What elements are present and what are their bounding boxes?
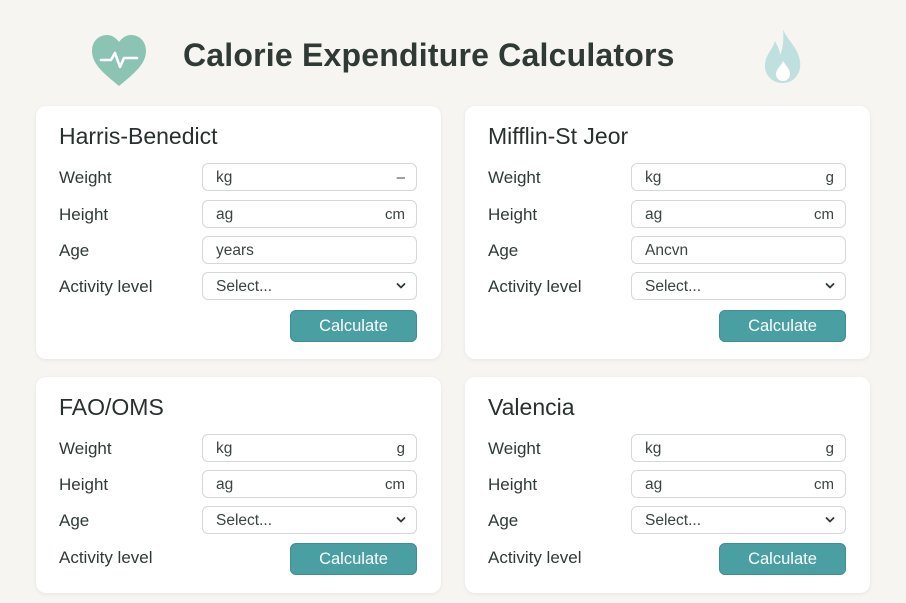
height-unit: cm (814, 476, 834, 493)
card-title: Harris-Benedict (59, 123, 218, 149)
weight-unit: g (825, 440, 834, 457)
height-unit: cm (385, 206, 405, 223)
weight-input[interactable]: kg – (202, 163, 417, 191)
activity-level-label: Activity level (59, 277, 153, 296)
card-title: Mifflin-St Jeor (488, 123, 629, 149)
activity-level-value: Select... (645, 278, 701, 295)
age-label: Age (59, 241, 90, 260)
card-harris-benedict: Harris-Benedict Weight kg – Height ag cm… (36, 106, 441, 359)
height-placeholder: ag (645, 206, 663, 223)
flame-icon (764, 29, 801, 83)
activity-level-select[interactable]: Select... (202, 272, 417, 300)
weight-label: Weight (488, 439, 541, 458)
height-input[interactable]: ag cm (202, 470, 417, 498)
card-title: Valencia (488, 394, 575, 420)
weight-input[interactable]: kg g (631, 163, 846, 191)
height-label: Height (488, 475, 538, 494)
weight-unit: g (825, 169, 834, 186)
height-placeholder: ag (216, 206, 234, 223)
age-select[interactable]: Select... (631, 506, 846, 534)
weight-unit: – (396, 169, 405, 186)
chevron-down-icon (396, 517, 406, 523)
age-label: Age (488, 511, 519, 530)
age-label: Age (59, 511, 90, 530)
weight-placeholder: kg (645, 440, 662, 457)
card-valencia: Valencia Weight kg g Height ag cm Age Se… (465, 377, 870, 593)
activity-level-select[interactable]: Select... (631, 272, 846, 300)
calculate-button[interactable]: Calculate (719, 310, 846, 342)
weight-input[interactable]: kg g (202, 434, 417, 462)
chevron-down-icon (396, 283, 406, 289)
age-input[interactable]: Ancvn (631, 236, 846, 264)
height-input[interactable]: ag cm (202, 200, 417, 228)
age-label: Age (488, 241, 519, 260)
calculate-button[interactable]: Calculate (719, 543, 846, 575)
page-title: Calorie Expenditure Calculators (183, 37, 675, 73)
card-fao-oms: FAO/OMS Weight kg g Height ag cm Age Sel… (36, 377, 441, 593)
weight-input[interactable]: kg g (631, 434, 846, 462)
height-label: Height (59, 475, 109, 494)
calculate-button[interactable]: Calculate (290, 543, 417, 575)
activity-level-label: Activity level (59, 548, 153, 567)
weight-placeholder: kg (645, 169, 662, 186)
heart-pulse-icon (92, 35, 146, 86)
height-label: Height (59, 205, 109, 224)
chevron-down-icon (825, 517, 835, 523)
height-unit: cm (814, 206, 834, 223)
height-placeholder: ag (216, 476, 234, 493)
weight-unit: g (396, 440, 405, 457)
height-unit: cm (385, 476, 405, 493)
chevron-down-icon (825, 283, 835, 289)
activity-level-value: Select... (216, 278, 272, 295)
weight-label: Weight (59, 439, 112, 458)
age-select-value: Select... (216, 512, 272, 529)
height-input[interactable]: ag cm (631, 470, 846, 498)
card-mifflin-st-jeor: Mifflin-St Jeor Weight kg g Height ag cm… (465, 106, 870, 359)
height-label: Height (488, 205, 538, 224)
weight-label: Weight (488, 168, 541, 187)
card-title: FAO/OMS (59, 394, 164, 420)
age-select[interactable]: Select... (202, 506, 417, 534)
weight-placeholder: kg (216, 169, 233, 186)
age-input[interactable]: years (202, 236, 417, 264)
calculate-button[interactable]: Calculate (290, 310, 417, 342)
age-placeholder: Ancvn (645, 242, 689, 259)
height-input[interactable]: ag cm (631, 200, 846, 228)
activity-level-label: Activity level (488, 277, 582, 296)
age-select-value: Select... (645, 512, 701, 529)
page-header: Calorie Expenditure Calculators (0, 0, 906, 105)
weight-placeholder: kg (216, 440, 233, 457)
age-placeholder: years (216, 242, 254, 259)
weight-label: Weight (59, 168, 112, 187)
height-placeholder: ag (645, 476, 663, 493)
activity-level-label: Activity level (488, 548, 582, 567)
